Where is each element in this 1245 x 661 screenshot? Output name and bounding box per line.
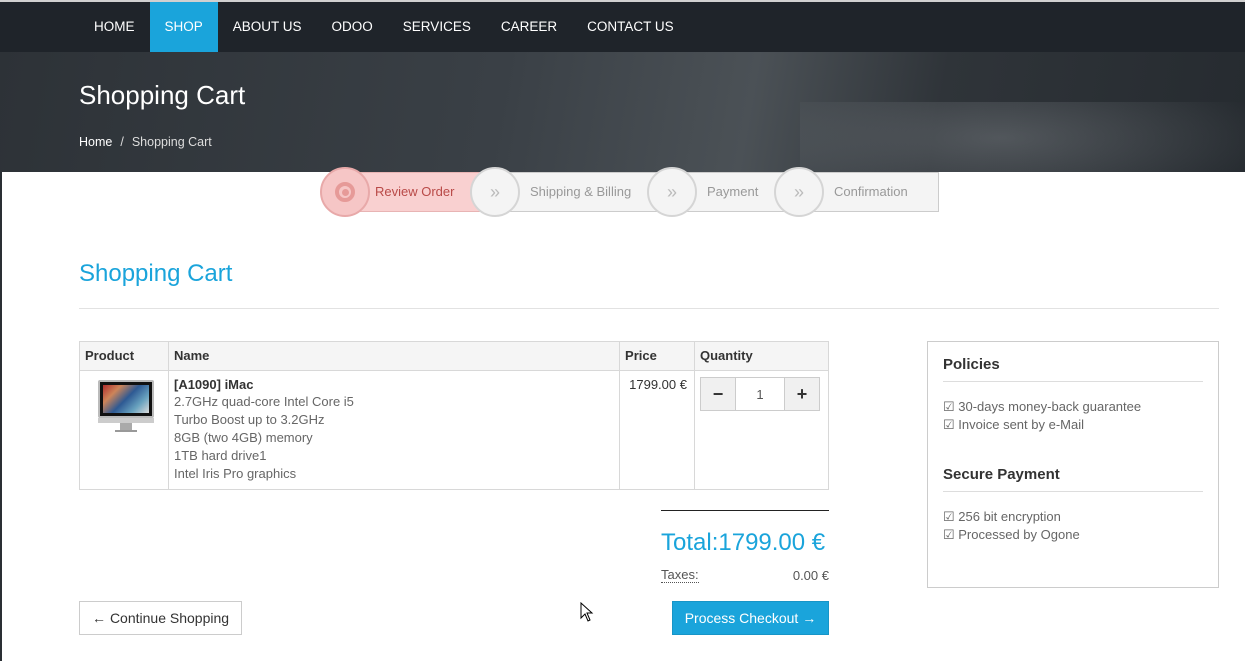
total-label: Total: (661, 529, 719, 556)
taxes-value: 0.00 € (792, 568, 829, 583)
continue-shopping-label: Continue Shopping (109, 610, 230, 626)
arrow-right-icon: → (802, 610, 817, 626)
nav-contact-us[interactable]: CONTACT US (572, 2, 689, 52)
nav-career[interactable]: CAREER (486, 2, 572, 52)
secure-payment-list: ☑ 256 bit encryption ☑ Processed by Ogon… (943, 508, 1203, 544)
divider (79, 308, 1219, 309)
table-row: [A1090] iMac 2.7GHz quad-core Intel Core… (79, 370, 830, 490)
breadcrumb-separator: / (120, 135, 124, 149)
product-image[interactable] (95, 380, 157, 434)
secure-payment-item: ☑ Processed by Ogone (943, 527, 1080, 542)
taxes-label: Taxes: (661, 567, 699, 583)
header-price: Price (619, 341, 695, 371)
breadcrumb-home-link[interactable]: Home (79, 135, 112, 149)
description-line: 8GB (two 4GB) memory (173, 430, 313, 445)
policies-panel: Policies ☑ 30-days money-back guarantee … (927, 341, 1219, 588)
product-image-cell (79, 370, 169, 490)
quantity-cell: − + (693, 370, 830, 490)
product-description: 2.7GHz quad-core Intel Core i5 Turbo Boo… (174, 393, 614, 483)
checkout-progress-steps: Review Order » Shipping & Billing » Paym… (320, 167, 939, 217)
arrow-left-icon: ← (91, 610, 106, 626)
description-line: Intel Iris Pro graphics (173, 466, 297, 481)
secure-payment-item: ☑ 256 bit encryption (943, 509, 1061, 524)
nav-services[interactable]: SERVICES (388, 2, 486, 52)
step-label: Payment (707, 184, 759, 199)
description-line: 1TB hard drive1 (173, 448, 267, 463)
product-name-cell: [A1090] iMac 2.7GHz quad-core Intel Core… (167, 370, 621, 490)
quantity-stepper: − + (699, 377, 820, 411)
step-label: Review Order (375, 184, 455, 199)
plus-icon[interactable]: + (783, 377, 820, 411)
mouse-pointer-icon (580, 602, 594, 622)
continue-shopping-button[interactable]: ← Continue Shopping (79, 601, 242, 635)
target-icon (320, 167, 370, 217)
secure-payment-heading: Secure Payment (943, 466, 1203, 492)
total-divider (661, 510, 829, 511)
page-title: Shopping Cart (79, 260, 233, 287)
description-line: 2.7GHz quad-core Intel Core i5 (173, 394, 354, 409)
process-checkout-button[interactable]: Process Checkout → (672, 601, 829, 635)
policy-item: ☑ 30-days money-back guarantee (943, 399, 1142, 414)
minus-icon[interactable]: − (699, 377, 736, 411)
banner-title: Shopping Cart (79, 80, 246, 110)
policy-item: ☑ Invoice sent by e-Mail (943, 417, 1084, 432)
nav-shop[interactable]: SHOP (149, 2, 218, 52)
process-checkout-label: Process Checkout (684, 610, 799, 626)
double-chevron-right-icon: » (647, 167, 697, 217)
top-navbar: HOME SHOP ABOUT US ODOO SERVICES CAREER … (0, 0, 1245, 52)
order-total: Total:1799.00 € (661, 529, 825, 557)
description-line: Turbo Boost up to 3.2GHz (173, 412, 325, 427)
step-label: Confirmation (834, 184, 908, 199)
nav-menu: HOME SHOP ABOUT US ODOO SERVICES CAREER … (79, 2, 689, 52)
nav-odoo[interactable]: ODOO (317, 2, 388, 52)
header-name: Name (167, 341, 621, 371)
step-label: Shipping & Billing (530, 184, 632, 199)
product-price: 1799.00 € (619, 370, 695, 490)
header-quantity: Quantity (693, 341, 830, 371)
nav-home[interactable]: HOME (79, 2, 150, 52)
page-banner: Shopping Cart Home / Shopping Cart (0, 52, 1245, 172)
policies-list: ☑ 30-days money-back guarantee ☑ Invoice… (943, 398, 1203, 434)
breadcrumb-current: Shopping Cart (131, 135, 212, 149)
breadcrumb: Home / Shopping Cart (79, 135, 212, 149)
product-name-link[interactable]: [A1090] iMac (174, 377, 614, 392)
header-product: Product (79, 341, 169, 371)
double-chevron-right-icon: » (470, 167, 520, 217)
double-chevron-right-icon: » (774, 167, 824, 217)
nav-about-us[interactable]: ABOUT US (218, 2, 317, 52)
table-header-row: Product Name Price Quantity (79, 341, 830, 371)
total-value: 1799.00 € (718, 529, 826, 556)
cart-table: Product Name Price Quantity [A1090] iMac… (79, 341, 830, 490)
policies-heading: Policies (943, 356, 1203, 382)
quantity-input[interactable] (735, 377, 784, 411)
